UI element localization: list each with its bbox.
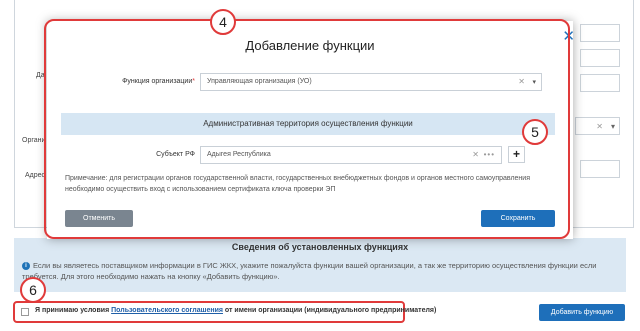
- agreement-checkbox[interactable]: [21, 308, 29, 316]
- bg-field-1[interactable]: [580, 24, 620, 42]
- user-agreement-link[interactable]: Пользовательского соглашения: [111, 307, 223, 314]
- bg-select-field[interactable]: ✕ ▾: [575, 117, 620, 135]
- bg-field-4[interactable]: [580, 160, 620, 178]
- chevron-down-icon[interactable]: ▾: [611, 122, 615, 131]
- callout-6: 6: [20, 277, 46, 303]
- bg-field-2[interactable]: [580, 49, 620, 67]
- add-function-button[interactable]: Добавить функцию: [539, 304, 625, 321]
- agreement-suffix: от имени организации (индивидуального пр…: [224, 307, 437, 314]
- functions-info-panel: Сведения об установленных функциях i Если…: [14, 238, 626, 292]
- agreement-highlight: Я принимаю условия Пользовательского сог…: [13, 301, 436, 323]
- functions-info-title: Сведения об установленных функциях: [231, 242, 409, 252]
- functions-info-body: Если вы являетесь поставщиком информации…: [22, 261, 597, 281]
- bg-field-3[interactable]: [580, 74, 620, 92]
- bg-label-address: Адрес: [25, 172, 46, 179]
- clear-icon[interactable]: ✕: [596, 122, 603, 131]
- callout-4: 4: [210, 9, 236, 35]
- callout-5: 5: [522, 119, 548, 145]
- modal-highlight: [44, 19, 570, 239]
- bg-label-organization: Органи: [22, 137, 46, 144]
- agreement-prefix: Я принимаю условия: [35, 307, 110, 314]
- info-icon: i: [22, 262, 30, 271]
- functions-info-text: i Если вы являетесь поставщиком информаци…: [22, 260, 620, 282]
- agreement-text: Я принимаю условия Пользовательского сог…: [35, 307, 436, 314]
